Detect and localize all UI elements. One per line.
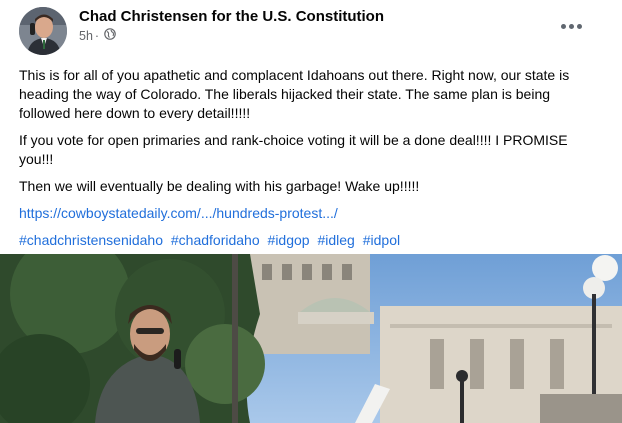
post-paragraph: Then we will eventually be dealing with … [19,178,420,194]
author-name[interactable]: Chad Christensen for the U.S. Constituti… [79,8,384,25]
post-timestamp[interactable]: 5h [79,29,93,43]
globe-icon[interactable] [101,28,116,43]
hashtag-list: #chadchristensenidaho #chadforidaho #idg… [19,231,605,250]
post-body: This is for all of you apathetic and com… [19,66,605,258]
author-avatar[interactable] [19,7,67,55]
hashtag-link[interactable]: #idpol [363,232,400,248]
facebook-post: Chad Christensen for the U.S. Constituti… [0,0,622,423]
hashtag-link[interactable]: #chadforidaho [171,232,260,248]
post-paragraph: This is for all of you apathetic and com… [19,67,570,121]
meta-separator: · [94,28,100,43]
more-dot [576,23,582,29]
post-paragraph: If you vote for open primaries and rank-… [19,132,568,167]
post-meta: 5h · [79,28,116,43]
more-options-icon[interactable] [556,16,586,36]
more-dot [568,23,574,29]
hashtag-link[interactable]: #idleg [317,232,354,248]
hashtag-link[interactable]: #chadchristensenidaho [19,232,163,248]
hashtag-link[interactable]: #idgop [268,232,310,248]
article-link[interactable]: https://cowboystatedaily.com/.../hundred… [19,205,338,221]
more-dot [560,23,566,29]
post-photo[interactable] [0,254,622,423]
